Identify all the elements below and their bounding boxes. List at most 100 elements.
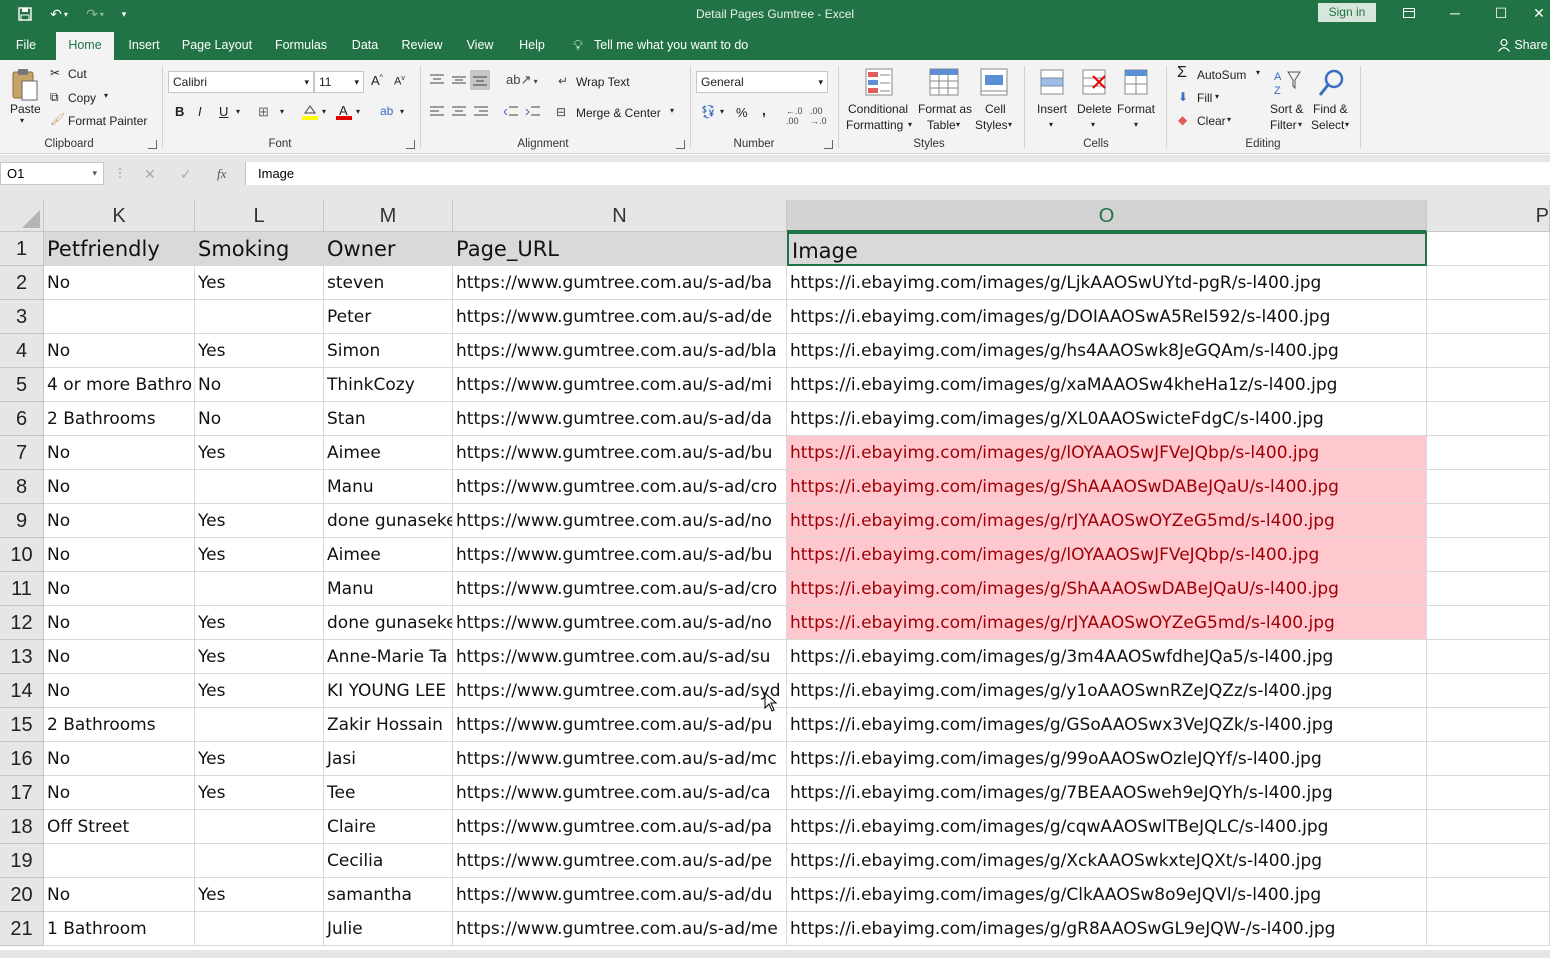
table-cell-k[interactable]: 4 or more Bathro xyxy=(44,368,195,402)
empty-cell[interactable] xyxy=(1427,776,1550,810)
accounting-dropdown-icon[interactable]: ▾ xyxy=(720,107,724,116)
table-cell-k[interactable]: No xyxy=(44,334,195,368)
row-header[interactable]: 20 xyxy=(0,878,44,912)
table-cell-o[interactable]: https://i.ebayimg.com/images/g/XckAAOSwk… xyxy=(787,844,1427,878)
paste-dropdown-icon[interactable]: ▾ xyxy=(20,116,24,125)
row-header[interactable]: 14 xyxy=(0,674,44,708)
table-cell-n[interactable]: https://www.gumtree.com.au/s-ad/cro xyxy=(453,572,787,606)
insert-dropdown-icon[interactable]: ▾ xyxy=(1049,120,1053,129)
empty-cell[interactable] xyxy=(1427,640,1550,674)
table-cell-o[interactable]: https://i.ebayimg.com/images/g/rJYAAOSwO… xyxy=(787,504,1427,538)
table-cell-n[interactable]: https://www.gumtree.com.au/s-ad/cro xyxy=(453,470,787,504)
cut-button[interactable]: Cut xyxy=(68,67,87,81)
formula-input[interactable]: Image xyxy=(245,162,1550,185)
empty-cell[interactable] xyxy=(1427,742,1550,776)
table-cell-l[interactable] xyxy=(195,912,324,946)
table-cell-o[interactable]: https://i.ebayimg.com/images/g/DOIAAOSwA… xyxy=(787,300,1427,334)
increase-decimal-icon[interactable]: ←.0.00 xyxy=(786,106,803,126)
confirm-entry-icon[interactable]: ✓ xyxy=(180,166,192,183)
column-header-k[interactable]: K xyxy=(44,200,195,232)
sort-filter-label[interactable]: Sort & xyxy=(1270,102,1303,116)
table-cell-o[interactable]: https://i.ebayimg.com/images/g/hs4AAOSwk… xyxy=(787,334,1427,368)
font-color-icon[interactable]: A xyxy=(334,102,354,122)
table-cell-o[interactable]: https://i.ebayimg.com/images/g/7BEAAOSwe… xyxy=(787,776,1427,810)
empty-cell[interactable] xyxy=(1427,572,1550,606)
table-cell-n[interactable]: https://www.gumtree.com.au/s-ad/no xyxy=(453,606,787,640)
header-cell-owner[interactable]: Owner xyxy=(324,232,453,266)
table-cell-k[interactable]: 2 Bathrooms xyxy=(44,402,195,436)
table-cell-o[interactable]: https://i.ebayimg.com/images/g/xaMAAOSw4… xyxy=(787,368,1427,402)
paste-button[interactable]: Paste xyxy=(10,102,41,116)
name-box[interactable]: O1 ▾ xyxy=(0,162,104,185)
table-cell-m[interactable]: Simon xyxy=(324,334,453,368)
comma-style-button[interactable]: , xyxy=(762,102,766,118)
minimize-icon[interactable]: ─ xyxy=(1440,2,1470,24)
table-cell-m[interactable]: Manu xyxy=(324,572,453,606)
row-header[interactable]: 12 xyxy=(0,606,44,640)
table-cell-m[interactable]: Aimee xyxy=(324,538,453,572)
table-cell-k[interactable]: No xyxy=(44,504,195,538)
table-cell-k[interactable]: No xyxy=(44,674,195,708)
format-dropdown-icon[interactable]: ▾ xyxy=(1134,120,1138,129)
table-cell-o[interactable]: https://i.ebayimg.com/images/g/ClkAAOSw8… xyxy=(787,878,1427,912)
table-cell-l[interactable] xyxy=(195,810,324,844)
insert-cells-button[interactable]: Insert xyxy=(1037,102,1067,116)
row-header[interactable]: 10 xyxy=(0,538,44,572)
table-cell-m[interactable]: Cecilia xyxy=(324,844,453,878)
table-cell-n[interactable]: https://www.gumtree.com.au/s-ad/pa xyxy=(453,810,787,844)
cell-styles-dropdown-icon[interactable]: ▾ xyxy=(1008,120,1012,129)
header-cell-petfriendly[interactable]: Petfriendly xyxy=(44,232,195,266)
underline-dropdown-icon[interactable]: ▾ xyxy=(236,107,240,116)
table-cell-k[interactable] xyxy=(44,300,195,334)
format-cells-icon[interactable] xyxy=(1122,66,1152,100)
row-header[interactable]: 21 xyxy=(0,912,44,946)
table-cell-k[interactable]: No xyxy=(44,470,195,504)
copy-dropdown-icon[interactable]: ▾ xyxy=(104,91,108,100)
table-cell-l[interactable]: Yes xyxy=(195,878,324,912)
empty-cell[interactable] xyxy=(1427,504,1550,538)
decrease-decimal-icon[interactable]: .00 →.0 xyxy=(810,106,827,126)
empty-cell[interactable] xyxy=(1427,470,1550,504)
fill-button[interactable]: Fill xyxy=(1197,91,1212,105)
wrap-text-button[interactable]: Wrap Text xyxy=(576,75,630,89)
find-dropdown-icon[interactable]: ▾ xyxy=(1345,120,1349,129)
table-cell-o[interactable]: https://i.ebayimg.com/images/g/XL0AAOSwi… xyxy=(787,402,1427,436)
table-cell-l[interactable]: Yes xyxy=(195,640,324,674)
font-size-select[interactable]: 11 ▾ xyxy=(314,71,364,93)
accounting-format-icon[interactable]: 💱︎ xyxy=(700,104,717,120)
insert-cells-icon[interactable] xyxy=(1038,66,1068,100)
align-right-icon[interactable] xyxy=(472,104,490,120)
table-cell-n[interactable]: https://www.gumtree.com.au/s-ad/no xyxy=(453,504,787,538)
table-cell-m[interactable]: ThinkCozy xyxy=(324,368,453,402)
orientation-icon[interactable]: ab↗ ▾ xyxy=(506,72,538,88)
conditional-dropdown-icon[interactable]: ▾ xyxy=(908,120,912,129)
row-header[interactable]: 19 xyxy=(0,844,44,878)
row-header[interactable]: 5 xyxy=(0,368,44,402)
table-cell-m[interactable]: samantha xyxy=(324,878,453,912)
delete-cells-button[interactable]: Delete xyxy=(1077,102,1112,116)
table-cell-o[interactable]: https://i.ebayimg.com/images/g/LjkAAOSwU… xyxy=(787,266,1427,300)
table-cell-o[interactable]: https://i.ebayimg.com/images/g/cqwAAOSwl… xyxy=(787,810,1427,844)
table-cell-l[interactable]: No xyxy=(195,368,324,402)
bottom-align-icon[interactable] xyxy=(470,70,490,90)
empty-cell[interactable] xyxy=(1427,436,1550,470)
row-header[interactable]: 18 xyxy=(0,810,44,844)
number-format-select[interactable]: General ▾ xyxy=(696,71,828,93)
cell-styles-label-2[interactable]: Styles xyxy=(975,118,1008,132)
table-cell-l[interactable]: Yes xyxy=(195,504,324,538)
tab-page-layout[interactable]: Page Layout xyxy=(176,30,258,60)
fill-color-dropdown-icon[interactable]: ▾ xyxy=(322,107,326,116)
row-header[interactable]: 3 xyxy=(0,300,44,334)
clear-dropdown-icon[interactable]: ▾ xyxy=(1227,115,1231,124)
empty-cell[interactable] xyxy=(1427,674,1550,708)
merge-dropdown-icon[interactable]: ▾ xyxy=(670,106,674,115)
format-as-table-label[interactable]: Format as xyxy=(918,102,972,116)
fill-color-icon[interactable] xyxy=(300,102,320,122)
table-cell-n[interactable]: https://www.gumtree.com.au/s-ad/mc xyxy=(453,742,787,776)
clear-button[interactable]: Clear xyxy=(1197,114,1226,128)
tab-help[interactable]: Help xyxy=(512,30,552,60)
table-cell-l[interactable]: Yes xyxy=(195,776,324,810)
header-cell-page-url[interactable]: Page_URL xyxy=(453,232,787,266)
empty-cell[interactable] xyxy=(1427,538,1550,572)
increase-indent-icon[interactable] xyxy=(524,104,542,120)
